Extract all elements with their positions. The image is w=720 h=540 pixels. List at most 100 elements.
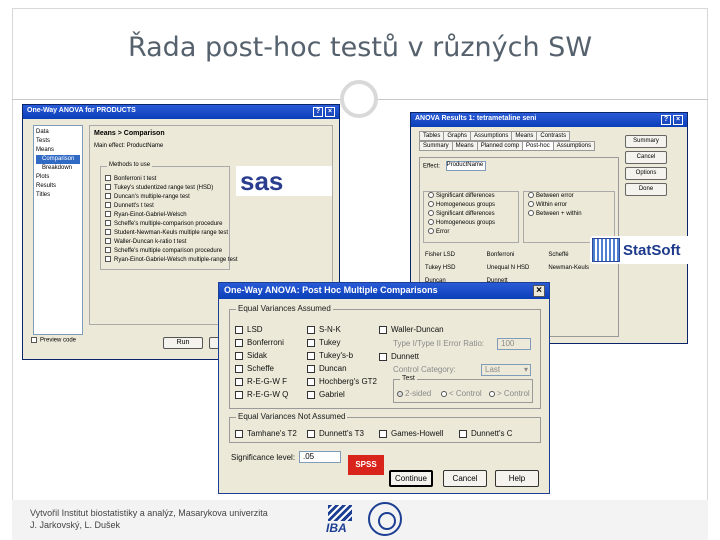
sas-title-bar: One-Way ANOVA for PRODUCTS ? ×: [23, 105, 339, 119]
tab-row1[interactable]: Assumptions: [470, 131, 513, 141]
dunnett-checkbox[interactable]: Dunnett: [379, 352, 419, 361]
tab-row2[interactable]: Summary: [419, 141, 453, 151]
tree-item[interactable]: Data: [36, 128, 80, 137]
sas-help-button[interactable]: ?: [313, 107, 323, 117]
tab-row2[interactable]: Planned comp: [476, 141, 524, 151]
footer-logos: IBA: [326, 500, 402, 538]
error-option[interactable]: Between error: [524, 192, 614, 201]
waller-duncan-checkbox[interactable]: Waller-Duncan: [379, 325, 444, 334]
sas-preview-checkbox[interactable]: Preview code: [31, 337, 76, 344]
regwf-checkbox[interactable]: R-E-G-W F: [235, 377, 287, 386]
options-button[interactable]: Options: [625, 167, 667, 180]
test-button[interactable]: Tukey HSD: [425, 262, 485, 275]
tab-row1[interactable]: Tables: [419, 131, 445, 141]
method-option[interactable]: Dunnett's t test: [105, 202, 225, 211]
tree-item-selected[interactable]: Comparison: [36, 155, 80, 164]
tree-item[interactable]: Tests: [36, 137, 80, 146]
control-category-label: Control Category:: [393, 365, 456, 374]
bonferroni-checkbox[interactable]: Bonferroni: [235, 338, 284, 347]
decorative-ring: [340, 80, 378, 118]
tukey-b-checkbox[interactable]: Tukey's-b: [307, 351, 353, 360]
display-option[interactable]: Error: [424, 228, 518, 237]
error-option[interactable]: Within error: [524, 201, 614, 210]
tab-row2[interactable]: Means: [451, 141, 478, 151]
error-option[interactable]: Between + within: [524, 210, 614, 219]
tab-row2[interactable]: Assumptions: [552, 141, 596, 151]
method-option[interactable]: Scheffe's multiple comparison procedure: [105, 247, 225, 256]
gt-control-radio[interactable]: > Control: [489, 389, 530, 398]
display-option[interactable]: Significant differences: [424, 210, 518, 219]
dunnett-c-checkbox[interactable]: Dunnett's C: [459, 429, 513, 438]
cancel-button[interactable]: Cancel: [443, 470, 487, 487]
cancel-button[interactable]: Cancel: [625, 151, 667, 164]
method-option[interactable]: Bonferroni t test: [105, 175, 225, 184]
sas-task-tree: Data Tests Means Comparison Breakdown Pl…: [33, 125, 83, 335]
method-option[interactable]: Ryan-Einot-Gabriel-Welsch multiple-range…: [105, 256, 238, 265]
checkbox-icon: [105, 202, 111, 209]
test-button[interactable]: Fisher LSD: [425, 249, 485, 262]
tab-post-hoc[interactable]: Post-hoc: [522, 141, 554, 151]
dunnett-t3-checkbox[interactable]: Dunnett's T3: [307, 429, 364, 438]
method-option[interactable]: Tukey's studentized range test (HSD): [105, 184, 225, 193]
display-option[interactable]: Homogeneous groups: [424, 201, 518, 210]
tree-item[interactable]: Plots: [36, 173, 80, 182]
checkbox-icon: [105, 229, 111, 236]
spss-post-hoc-dialog: One-Way ANOVA: Post Hoc Multiple Compari…: [218, 282, 550, 494]
sas-close-button[interactable]: ×: [325, 107, 335, 117]
sidak-checkbox[interactable]: Sidak: [235, 351, 267, 360]
done-button[interactable]: Done: [625, 183, 667, 196]
significance-input[interactable]: .05: [299, 451, 341, 463]
help-button[interactable]: Help: [495, 470, 539, 487]
continue-button[interactable]: Continue: [389, 470, 433, 487]
test-button[interactable]: Unequal N HSD: [487, 262, 547, 275]
test-button[interactable]: Bonferroni: [487, 249, 547, 262]
statistica-help-button[interactable]: ?: [661, 115, 671, 125]
test-legend: Test: [400, 375, 417, 382]
games-howell-checkbox[interactable]: Games-Howell: [379, 429, 443, 438]
tab-row1[interactable]: Graphs: [443, 131, 472, 141]
summary-button[interactable]: Summary: [625, 135, 667, 148]
sas-main-effect: Main effect: ProductName: [94, 143, 164, 149]
sas-run-button[interactable]: Run: [163, 337, 203, 349]
duncan-checkbox[interactable]: Duncan: [307, 364, 347, 373]
checkbox-icon: [105, 220, 111, 227]
tamhane-checkbox[interactable]: Tamhane's T2: [235, 429, 297, 438]
type-ratio-label: Type I/Type II Error Ratio:: [393, 339, 485, 348]
spss-logo: SPSS: [348, 455, 384, 475]
gabriel-checkbox[interactable]: Gabriel: [307, 390, 345, 399]
snk-checkbox[interactable]: S-N-K: [307, 325, 341, 334]
display-option[interactable]: Significant differences: [424, 192, 518, 201]
sas-window-title: One-Way ANOVA for PRODUCTS: [27, 107, 136, 114]
chevron-down-icon: ▾: [523, 365, 528, 374]
control-category-select[interactable]: Last ▾: [481, 364, 531, 376]
type-ratio-input[interactable]: 100: [497, 338, 531, 350]
tab-row1[interactable]: Means: [511, 131, 538, 141]
checkbox-icon: [105, 256, 111, 263]
spss-close-button[interactable]: ×: [533, 285, 545, 297]
method-option[interactable]: Duncan's multiple-range test: [105, 193, 225, 202]
unequal-variances-legend: Equal Variances Not Assumed: [236, 412, 348, 421]
tree-item[interactable]: Means: [36, 146, 80, 155]
tree-item[interactable]: Titles: [36, 191, 80, 200]
method-option[interactable]: Student-Newman-Keuls multiple range test: [105, 229, 228, 238]
tree-item[interactable]: Breakdown: [36, 164, 80, 173]
method-option[interactable]: Waller-Duncan k-ratio t test: [105, 238, 225, 247]
tukey-checkbox[interactable]: Tukey: [307, 338, 341, 347]
method-option[interactable]: Ryan-Einot-Gabriel-Welsch: [105, 211, 225, 220]
method-option[interactable]: Scheffe's multiple-comparison procedure: [105, 220, 225, 229]
lsd-checkbox[interactable]: LSD: [235, 325, 263, 334]
scheffe-checkbox[interactable]: Scheffe: [235, 364, 274, 373]
tree-item[interactable]: Results: [36, 182, 80, 191]
equal-variances-legend: Equal Variances Assumed: [236, 304, 333, 313]
two-sided-radio[interactable]: 2-sided: [397, 389, 431, 398]
statistica-display-group: Significant differences Homogeneous grou…: [423, 191, 519, 243]
effect-select[interactable]: ProductName: [445, 161, 486, 171]
spss-window-title: One-Way ANOVA: Post Hoc Multiple Compari…: [224, 285, 438, 295]
regwq-checkbox[interactable]: R-E-G-W Q: [235, 390, 288, 399]
hochberg-checkbox[interactable]: Hochberg's GT2: [307, 377, 377, 386]
statistica-close-button[interactable]: ×: [673, 115, 683, 125]
display-option[interactable]: Homogeneous groups: [424, 219, 518, 228]
tab-row1[interactable]: Contrasts: [536, 131, 571, 141]
checkbox-icon: [31, 337, 37, 343]
lt-control-radio[interactable]: < Control: [441, 389, 482, 398]
